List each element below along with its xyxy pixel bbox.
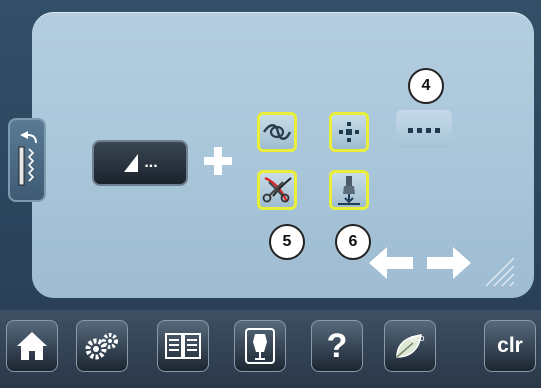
dotted-line-icon bbox=[406, 120, 442, 138]
badge-5: 5 bbox=[269, 224, 305, 260]
clear-button[interactable]: clr bbox=[484, 320, 536, 372]
value-text: ... bbox=[144, 154, 158, 171]
dress-form-icon bbox=[245, 328, 275, 364]
tutorial-button[interactable] bbox=[157, 320, 209, 372]
question-icon: ? bbox=[326, 326, 348, 365]
book-icon bbox=[165, 333, 201, 359]
needle-center-button[interactable] bbox=[329, 112, 369, 152]
arrow-left-icon[interactable] bbox=[365, 243, 417, 283]
arrow-right-icon[interactable] bbox=[423, 243, 475, 283]
presser-foot-icon bbox=[338, 176, 360, 205]
needle-position-icon bbox=[339, 122, 359, 142]
eco-leaf-icon: eco bbox=[396, 333, 425, 358]
back-button[interactable] bbox=[8, 118, 46, 202]
creative-consultant-button[interactable] bbox=[234, 320, 286, 372]
badge-4: 4 bbox=[408, 68, 444, 104]
main-screen: ... 4 5 6 bbox=[0, 0, 541, 310]
presser-foot-button[interactable] bbox=[329, 170, 369, 210]
scissors-icon bbox=[262, 176, 292, 203]
tie-off-button[interactable] bbox=[257, 112, 297, 152]
eco-button[interactable]: eco bbox=[384, 320, 436, 372]
home-icon bbox=[17, 332, 47, 360]
help-button[interactable]: ? bbox=[311, 320, 363, 372]
gear-icon bbox=[85, 333, 118, 360]
eco-text: eco bbox=[410, 333, 425, 343]
setup-button[interactable] bbox=[76, 320, 128, 372]
stitch-length-display[interactable]: ... bbox=[92, 140, 188, 186]
back-stitch-icon bbox=[18, 131, 37, 186]
knot-icon bbox=[263, 124, 292, 140]
home-button[interactable] bbox=[6, 320, 58, 372]
plus-icon bbox=[204, 147, 232, 175]
triangle-marker-icon bbox=[124, 154, 139, 172]
resize-grip-icon bbox=[485, 257, 515, 287]
thread-cut-button[interactable] bbox=[257, 170, 297, 210]
clear-label: clr bbox=[497, 334, 523, 357]
dotted-stitch-button[interactable] bbox=[396, 110, 452, 148]
